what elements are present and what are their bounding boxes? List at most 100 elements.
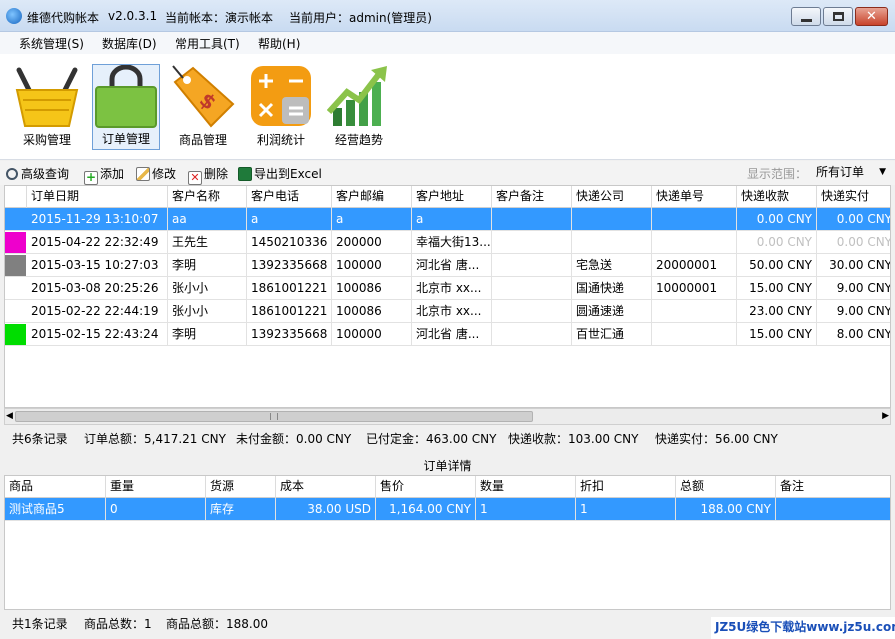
table-cell: 2015-03-08 20:25:26 <box>27 277 168 300</box>
table-row[interactable]: 2015-02-15 22:43:24 李明 1392335668 100000 河北省… <box>5 323 890 346</box>
table-row[interactable]: 2015-03-08 20:25:26 张小小 1861001221 100086 北京… <box>5 277 890 300</box>
ribbon-label: 利润统计 <box>256 133 305 147</box>
table-cell: 王先生 <box>168 231 247 254</box>
delete-button[interactable]: ✕ 删除 <box>188 165 228 185</box>
table-cell <box>492 323 572 346</box>
footer-amount: 商品总额：188.00 <box>166 617 268 631</box>
col-total[interactable]: 总额 <box>676 476 776 498</box>
edit-button[interactable]: 修改 <box>136 165 176 182</box>
col-order-date[interactable]: 订单日期 <box>27 186 168 208</box>
table-cell: 2015-03-15 10:27:03 <box>27 254 168 277</box>
menu-bar: 系统管理(S) 数据库(D) 常用工具(T) 帮助(H) <box>0 32 895 54</box>
watermark-text: JZ5U绿色下载站www.jz5u.com <box>711 617 895 639</box>
export-label: 导出到Excel <box>254 167 322 181</box>
table-cell: 1 <box>476 498 576 521</box>
range-select[interactable]: 所有订单 ▼ <box>812 164 888 182</box>
col-customer-zip[interactable]: 客户邮编 <box>332 186 412 208</box>
maximize-button[interactable] <box>823 7 853 26</box>
add-label: 添加 <box>100 167 125 181</box>
table-row[interactable]: 测试商品5 0 库存 38.00 USD 1,164.00 CNY 1 1 188.00 CN… <box>5 498 890 521</box>
menu-help[interactable]: 帮助(H) <box>258 35 300 52</box>
current-book: 当前帐本：演示帐本 <box>165 11 274 25</box>
table-cell: 0.00 CNY <box>737 208 817 231</box>
col-cost[interactable]: 成本 <box>276 476 376 498</box>
ribbon-label: 经营趋势 <box>334 133 383 147</box>
range-select-value: 所有订单 <box>816 165 865 179</box>
col-price[interactable]: 售价 <box>376 476 476 498</box>
row-color-marker <box>5 278 26 299</box>
ribbon-orders-button[interactable]: 订单管理 <box>92 64 160 150</box>
table-cell <box>492 208 572 231</box>
export-excel-button[interactable]: 导出到Excel <box>238 165 322 182</box>
col-product[interactable]: 商品 <box>5 476 106 498</box>
table-cell: a <box>412 208 492 231</box>
current-user: 当前用户：admin(管理员) <box>289 11 432 25</box>
col-source[interactable]: 货源 <box>206 476 276 498</box>
scrollbar-thumb[interactable] <box>15 411 533 422</box>
ribbon-trend-button[interactable]: 经营趋势 <box>325 64 393 150</box>
scroll-right-icon[interactable]: ▶ <box>882 409 889 424</box>
menu-database[interactable]: 数据库(D) <box>102 35 157 52</box>
app-name: 维德代购帐本 <box>27 11 100 25</box>
scroll-left-icon[interactable]: ◀ <box>6 409 13 424</box>
col-customer-phone[interactable]: 客户电话 <box>247 186 332 208</box>
table-cell: 库存 <box>206 498 276 521</box>
col-note[interactable]: 备注 <box>776 476 890 498</box>
row-color-marker <box>5 301 26 322</box>
col-shipping-received[interactable]: 快递收款 <box>737 186 817 208</box>
table-cell: 1861001221 <box>247 300 332 323</box>
col-customer-name[interactable]: 客户名称 <box>168 186 247 208</box>
close-button[interactable]: ✕ <box>855 7 888 26</box>
table-cell: 2015-02-22 22:44:19 <box>27 300 168 323</box>
table-cell: 1392335668 <box>247 323 332 346</box>
col-tracking-no[interactable]: 快递单号 <box>652 186 737 208</box>
col-courier[interactable]: 快递公司 <box>572 186 652 208</box>
calculator-icon <box>249 64 313 128</box>
maximize-icon <box>833 12 844 21</box>
shopping-bag-icon <box>94 64 158 129</box>
col-quantity[interactable]: 数量 <box>476 476 576 498</box>
table-cell: 1450210336 <box>247 231 332 254</box>
table-cell <box>492 300 572 323</box>
delete-label: 删除 <box>204 167 229 181</box>
ribbon: 采购管理 订单管理 $ 商品管理 利润统计 经营趋势 <box>0 54 895 160</box>
table-row[interactable]: 2015-11-29 13:10:07 aa a a a 0.00 CNY 0.00 CNY <box>5 208 890 231</box>
col-discount[interactable]: 折扣 <box>576 476 676 498</box>
ribbon-label: 订单管理 <box>101 132 150 146</box>
table-cell: 百世汇通 <box>572 323 652 346</box>
table-cell <box>776 498 890 521</box>
title-bar: 维德代购帐本 v2.0.3.1 当前帐本：演示帐本 当前用户：admin(管理员… <box>0 0 895 32</box>
table-cell: 国通快递 <box>572 277 652 300</box>
row-indicator-header <box>5 186 27 208</box>
col-shipping-paid[interactable]: 快递实付 <box>817 186 890 208</box>
menu-tools[interactable]: 常用工具(T) <box>175 35 240 52</box>
table-cell: 100000 <box>332 323 412 346</box>
ribbon-purchase-button[interactable]: 采购管理 <box>13 64 81 150</box>
row-color-marker <box>5 255 26 276</box>
orders-horizontal-scrollbar[interactable]: ◀ ▶ <box>4 408 891 425</box>
advanced-search-button[interactable]: 高级查询 <box>6 165 69 182</box>
ribbon-label: 商品管理 <box>178 133 227 147</box>
footer-quantity: 商品总数：1 <box>84 617 152 631</box>
table-cell: 0.00 CNY <box>817 208 890 231</box>
table-cell: 15.00 CNY <box>737 277 817 300</box>
minimize-button[interactable] <box>791 7 821 26</box>
detail-header: 商品 重量 货源 成本 售价 数量 折扣 总额 备注 <box>5 476 890 498</box>
table-cell: 河北省 唐... <box>412 254 492 277</box>
table-cell: 23.00 CNY <box>737 300 817 323</box>
table-row[interactable]: 2015-03-15 10:27:03 李明 1392335668 100000 河北省… <box>5 254 890 277</box>
ribbon-profit-button[interactable]: 利润统计 <box>247 64 315 150</box>
table-cell <box>492 254 572 277</box>
add-button[interactable]: + 添加 <box>84 165 124 185</box>
ribbon-products-button[interactable]: $ 商品管理 <box>169 64 237 150</box>
col-weight[interactable]: 重量 <box>106 476 206 498</box>
table-cell: 1,164.00 CNY <box>376 498 476 521</box>
table-cell: 1 <box>576 498 676 521</box>
table-row[interactable]: 2015-04-22 22:32:49 王先生 1450210336 200000 幸福… <box>5 231 890 254</box>
col-customer-note[interactable]: 客户备注 <box>492 186 572 208</box>
table-row[interactable]: 2015-02-22 22:44:19 张小小 1861001221 100086 北京… <box>5 300 890 323</box>
col-customer-address[interactable]: 客户地址 <box>412 186 492 208</box>
magnifier-icon <box>6 168 18 180</box>
menu-system[interactable]: 系统管理(S) <box>19 35 84 52</box>
range-label: 显示范围： <box>747 167 808 181</box>
